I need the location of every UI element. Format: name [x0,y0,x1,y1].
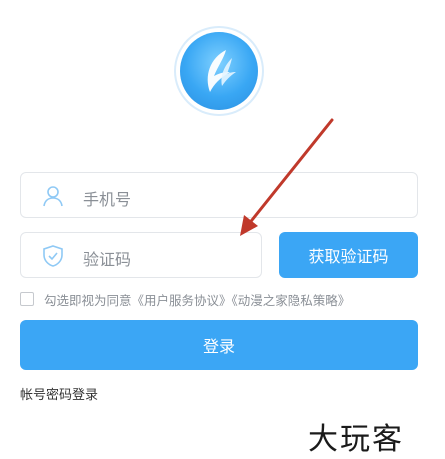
verification-code-field[interactable]: 验证码 [20,232,262,278]
watermark: 大玩客 [308,422,404,457]
shield-check-icon [43,245,63,267]
app-logo [180,32,258,110]
phone-field[interactable]: 手机号 [20,172,418,218]
login-button[interactable]: 登录 [20,320,418,370]
agreement-text[interactable]: 勾选即视为同意《用户服务协议》《动漫之家隐私策略》 [44,290,350,309]
user-icon [43,186,63,207]
password-login-link[interactable]: 帐号密码登录 [20,384,98,403]
wing-logo-icon [207,50,236,92]
code-placeholder: 验证码 [83,250,132,269]
get-code-button[interactable]: 获取验证码 [279,232,418,278]
agreement-checkbox[interactable] [20,292,34,306]
phone-placeholder: 手机号 [83,190,132,209]
agreement-row: 勾选即视为同意《用户服务协议》《动漫之家隐私策略》 [20,290,350,308]
